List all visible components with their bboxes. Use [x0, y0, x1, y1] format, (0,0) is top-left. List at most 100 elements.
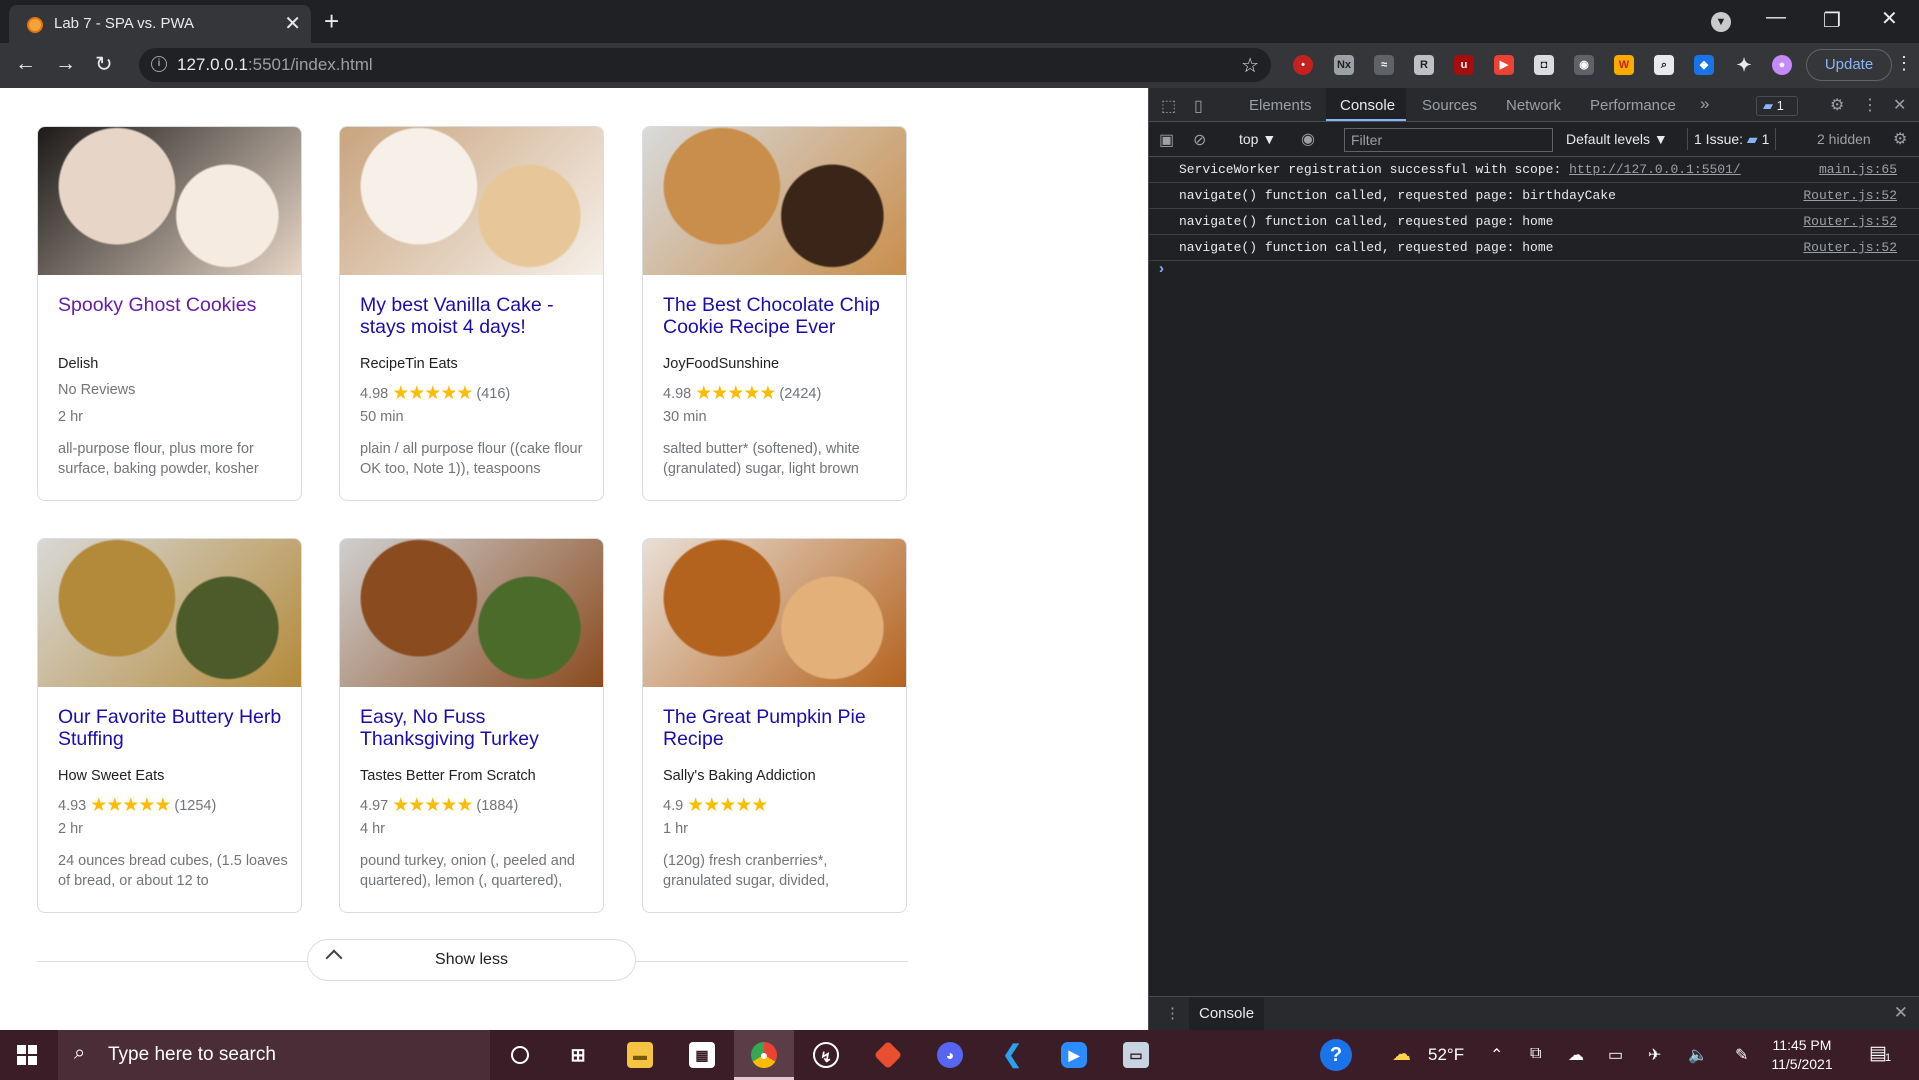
drawer-tab-console[interactable]: Console	[1189, 997, 1265, 1031]
eye-extension-icon[interactable]: ◉	[1574, 55, 1594, 75]
devtools-menu-icon[interactable]: ⋮	[1862, 95, 1878, 115]
tab-title: Lab 7 - SPA vs. PWA	[54, 15, 195, 32]
console-source-link[interactable]: Router.js:52	[1803, 214, 1897, 229]
meet-now-icon[interactable]: ⧉	[1530, 1045, 1541, 1063]
drawer-close-icon[interactable]: ✕	[1894, 1003, 1908, 1023]
recipe-card[interactable]: My best Vanilla Cake - stays moist 4 day…	[339, 126, 604, 501]
search-extension-icon[interactable]: ⌕	[1654, 55, 1674, 75]
info-icon[interactable]: i	[151, 56, 167, 72]
message-count-badge[interactable]: ▰ 1	[1756, 96, 1798, 116]
recipe-time: 50 min	[360, 409, 404, 425]
task-view-icon[interactable]: ⊞	[548, 1030, 608, 1080]
chrome-icon[interactable]: ●	[734, 1030, 794, 1080]
profile-avatar-icon[interactable]: ●	[1772, 55, 1792, 75]
git-app-icon[interactable]	[858, 1030, 918, 1080]
new-tab-icon[interactable]: +	[324, 5, 339, 37]
tab-search-icon[interactable]: ▼	[1711, 12, 1731, 32]
drawer-menu-icon[interactable]: ⋮	[1165, 1004, 1180, 1022]
file-explorer-icon[interactable]: ▬	[610, 1030, 670, 1080]
pen-icon[interactable]: ✎	[1735, 1045, 1748, 1065]
recipe-rating: 4.93 ★★★★★ (1254)	[58, 794, 216, 817]
microsoft-store-icon[interactable]: ▦	[672, 1030, 732, 1080]
weather-temp[interactable]: 52°F	[1428, 1045, 1464, 1065]
discord-icon[interactable]: ◕	[920, 1030, 980, 1080]
console-filter-input[interactable]	[1344, 128, 1553, 152]
display-app-icon[interactable]: ▭	[1106, 1030, 1166, 1080]
restore-icon[interactable]: ❐	[1823, 8, 1841, 33]
recipe-title-link[interactable]: Our Favorite Buttery Herb Stuffing	[58, 706, 288, 750]
bitwarden-extension-icon[interactable]: ◆	[1694, 55, 1714, 75]
tab-close-icon[interactable]: ✕	[284, 11, 301, 36]
console-prompt[interactable]: ›	[1159, 260, 1164, 277]
recipe-card[interactable]: Easy, No Fuss Thanksgiving Turkey Tastes …	[339, 538, 604, 913]
screenshot-extension-icon[interactable]: ◘	[1534, 55, 1554, 75]
url-text[interactable]: 127.0.0.1:5501/index.html	[177, 55, 373, 75]
network-icon[interactable]: ✈	[1648, 1045, 1661, 1065]
taskbar-search-box[interactable]: ⌕ Type here to search	[58, 1030, 490, 1080]
zoom-icon[interactable]: ▶	[1044, 1030, 1104, 1080]
devtools-tab-sources[interactable]: Sources	[1422, 97, 1477, 114]
nx-extension-icon[interactable]: Nx	[1334, 55, 1354, 75]
recipe-title-link[interactable]: Easy, No Fuss Thanksgiving Turkey	[360, 706, 590, 750]
show-hidden-icons-icon[interactable]: ⌃	[1490, 1045, 1503, 1065]
chat-app-icon[interactable]: ↯	[796, 1030, 856, 1080]
sidebar-toggle-icon[interactable]: ▣	[1159, 130, 1174, 150]
console-source-link[interactable]: Router.js:52	[1803, 240, 1897, 255]
devtools-tab-console[interactable]: Console	[1340, 97, 1395, 114]
settings-gear-icon[interactable]: ⚙	[1830, 95, 1844, 115]
console-link[interactable]: http://127.0.0.1:5501/	[1569, 162, 1741, 177]
rating-stars-icon: ★★★★★	[392, 383, 473, 404]
battery-icon[interactable]: ▭	[1608, 1045, 1623, 1065]
recipe-card[interactable]: Spooky Ghost Cookies Delish No Reviews 2 hr…	[37, 126, 302, 501]
recipe-card[interactable]: The Best Chocolate Chip Cookie Recipe Ev…	[642, 126, 907, 501]
extensions-icon[interactable]: ✦	[1734, 55, 1754, 75]
lastpass-extension-icon[interactable]: •	[1293, 55, 1313, 75]
video-extension-icon[interactable]: ▶	[1494, 55, 1514, 75]
vscode-icon[interactable]: ❮	[982, 1030, 1042, 1080]
forward-icon[interactable]: →	[55, 52, 76, 76]
reload-icon[interactable]: ↻	[95, 52, 113, 77]
context-selector[interactable]: top ▼	[1239, 131, 1276, 147]
wave-extension-icon[interactable]: ≈	[1374, 55, 1394, 75]
cortana-icon[interactable]	[490, 1030, 550, 1080]
more-tabs-icon[interactable]: »	[1700, 94, 1709, 114]
update-button[interactable]: Update	[1806, 49, 1892, 81]
issues-button[interactable]: 1 Issue: ▰ 1	[1687, 128, 1777, 150]
live-expression-eye-icon[interactable]: ◉	[1301, 129, 1315, 149]
address-bar[interactable]: i 127.0.0.1:5501/index.html ☆	[139, 48, 1271, 82]
start-windows-icon[interactable]	[17, 1045, 37, 1065]
clock[interactable]: 11:45 PM 11/5/2021	[1762, 1036, 1842, 1074]
notification-count: 1	[1885, 1052, 1892, 1064]
device-toolbar-icon[interactable]: ▯	[1194, 96, 1203, 116]
recipe-title-link[interactable]: The Best Chocolate Chip Cookie Recipe Ev…	[663, 294, 893, 338]
window-close-icon[interactable]: ✕	[1881, 6, 1898, 31]
log-levels-dropdown[interactable]: Default levels ▼	[1566, 131, 1668, 147]
weather-icon[interactable]: ☁	[1392, 1043, 1411, 1066]
devtools-close-icon[interactable]: ✕	[1893, 95, 1906, 115]
console-settings-icon[interactable]: ⚙	[1893, 129, 1907, 149]
console-source-link[interactable]: main.js:65	[1819, 162, 1897, 177]
clear-console-icon[interactable]: ⊘	[1193, 130, 1206, 150]
w-extension-icon[interactable]: W	[1614, 55, 1634, 75]
back-icon[interactable]: ←	[15, 52, 36, 76]
recipe-title-link[interactable]: Spooky Ghost Cookies	[58, 294, 288, 316]
recipe-title-link[interactable]: The Great Pumpkin Pie Recipe	[663, 706, 893, 750]
devtools-tab-performance[interactable]: Performance	[1590, 97, 1676, 114]
devtools-tab-network[interactable]: Network	[1506, 97, 1561, 114]
recipe-card[interactable]: Our Favorite Buttery Herb Stuffing How Sw…	[37, 538, 302, 913]
volume-icon[interactable]: 🔈	[1688, 1045, 1708, 1065]
bookmark-star-icon[interactable]: ☆	[1241, 53, 1259, 78]
inspect-element-icon[interactable]: ⬚	[1161, 96, 1176, 116]
onedrive-icon[interactable]: ☁	[1568, 1045, 1584, 1065]
browser-tab[interactable]: Lab 7 - SPA vs. PWA ✕	[9, 5, 311, 43]
recipe-card[interactable]: The Great Pumpkin Pie Recipe Sally's Baki…	[642, 538, 907, 913]
console-source-link[interactable]: Router.js:52	[1803, 188, 1897, 203]
devtools-tab-elements[interactable]: Elements	[1249, 97, 1312, 114]
ublock-extension-icon[interactable]: u	[1454, 55, 1474, 75]
menu-icon[interactable]: ⋮	[1895, 53, 1913, 74]
r-extension-icon[interactable]: R	[1414, 55, 1434, 75]
help-icon[interactable]: ?	[1320, 1039, 1352, 1071]
recipe-title-link[interactable]: My best Vanilla Cake - stays moist 4 day…	[360, 294, 590, 338]
show-less-button[interactable]: Show less	[307, 939, 636, 981]
minimize-icon[interactable]: —	[1766, 6, 1786, 29]
